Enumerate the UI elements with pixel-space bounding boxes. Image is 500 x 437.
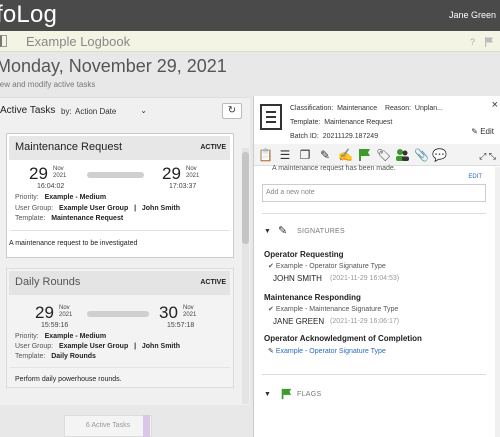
divider (10, 230, 230, 231)
end-time: 15:57:18 (167, 322, 195, 329)
sort-value: Action Date (75, 107, 117, 116)
user-menu[interactable]: Jane Green (449, 10, 496, 20)
divider (262, 213, 486, 214)
refresh-icon: ↻ (227, 105, 237, 116)
end-year: 2021 (186, 173, 200, 179)
task-name: Maintenance Request (15, 141, 123, 153)
task-detail-panel: × Classification: Maintenance Reason: Un… (253, 96, 500, 437)
task-description: A maintenance request to be investigated (9, 240, 138, 247)
new-note-input[interactable]: Add a new note (262, 184, 486, 202)
tag-icon[interactable]: 🏷 (376, 148, 391, 162)
start-year: 2021 (59, 312, 73, 318)
collapse-caret-icon[interactable]: ▼ (264, 228, 271, 235)
progress-bar (87, 311, 149, 317)
start-day: 29 (35, 303, 54, 322)
divider (262, 374, 486, 375)
classification-info: Classification: Maintenance Reason: Unpl… (290, 105, 443, 112)
signature-title: Operator Acknowledgment of Completion (264, 334, 422, 343)
edit-note-link[interactable]: EDIT (468, 174, 482, 180)
app-brand[interactable]: foLog (0, 1, 57, 29)
page-date: Monday, November 29, 2021 (0, 56, 227, 76)
end-day: 30 (159, 303, 178, 322)
signature-title: Maintenance Responding (264, 293, 361, 302)
flags-header[interactable]: FLAGS (297, 391, 321, 398)
panel-title: Active Tasks (0, 105, 56, 116)
flag-icon (281, 388, 292, 400)
signature-type: ✔ Example - Operator Signature Type (268, 263, 386, 270)
help-icon[interactable]: ? (470, 37, 475, 47)
copy-icon[interactable]: ❐ (298, 148, 312, 162)
signature-name: JOHN SMITH (273, 274, 322, 283)
task-message: A maintenance request has been made. (272, 165, 396, 172)
refresh-button[interactable]: ↻ (222, 103, 242, 119)
signature-icon[interactable]: ✍ (338, 148, 353, 162)
task-description: Perform daily powerhouse rounds. (15, 376, 122, 383)
start-day: 29 (29, 164, 48, 183)
task-template: Template: Maintenance Request (15, 215, 124, 222)
side-tab[interactable] (143, 415, 150, 437)
status-badge: ACTIVE (200, 279, 226, 286)
template-info: Template: Maintenance Request (290, 119, 393, 126)
task-card[interactable]: Daily Rounds ACTIVE 29 Nov 2021 15:59:16… (6, 268, 234, 388)
start-month: Nov (53, 166, 64, 172)
progress-bar (87, 172, 144, 178)
logbook-bar: Example Logbook ? (0, 31, 500, 52)
flag-icon[interactable] (484, 37, 494, 47)
signature-time: (2021-11-29 16:06:17) (330, 318, 400, 325)
signature-name: JANE GREEN (273, 317, 325, 326)
task-name: Daily Rounds (15, 276, 81, 288)
sort-label: by: (61, 107, 72, 116)
active-tasks-count: 6 Active Tasks (64, 415, 152, 437)
collapse-caret-icon[interactable]: ▼ (264, 391, 271, 398)
logbook-icon (0, 35, 7, 47)
task-card-header: Maintenance Request ACTIVE (9, 136, 230, 160)
batch-info: Batch ID: 20211129.187249 (290, 133, 379, 140)
detail-toolbar: 📋 ☰ ❐ ✎ ✍ 🏷 📎 💬 (254, 144, 500, 166)
start-year: 2021 (53, 173, 67, 179)
end-year: 2021 (183, 312, 197, 318)
task-card[interactable]: Maintenance Request ACTIVE 29 Nov 2021 1… (6, 133, 234, 258)
divider (10, 367, 230, 368)
clipboard-icon[interactable]: 📋 (258, 148, 273, 162)
task-card-header: Daily Rounds ACTIVE (9, 271, 230, 295)
signatures-header[interactable]: SIGNATURES (297, 228, 345, 235)
edit-button[interactable]: ✎ Edit (471, 127, 494, 136)
logbook-title[interactable]: Example Logbook (26, 34, 130, 49)
active-tasks-panel: Active Tasks by: Action Date ⌄ ↻ Mainten… (0, 97, 250, 405)
edit-icon: ✎ (471, 127, 478, 136)
start-time: 16:04:02 (37, 183, 65, 190)
edit-note-icon[interactable]: ✎ (318, 148, 332, 162)
scrollbar-thumb[interactable] (242, 152, 249, 244)
close-icon[interactable]: × (492, 99, 498, 111)
attachment-icon[interactable]: 📎 (414, 148, 429, 162)
status-badge: ACTIVE (200, 144, 226, 151)
checklist-icon[interactable]: ☰ (278, 148, 292, 162)
task-priority: Priority: Example - Medium (15, 333, 107, 340)
sort-select[interactable]: Action Date ⌄ (75, 106, 147, 116)
users-icon[interactable] (395, 148, 409, 162)
end-day: 29 (162, 164, 181, 183)
start-time: 15:59:16 (41, 322, 69, 329)
sign-link[interactable]: ✎ Example - Operator Signature Type (268, 347, 386, 355)
task-template: Template: Daily Rounds (15, 353, 96, 360)
start-month: Nov (59, 305, 70, 311)
top-header: foLog Jane Green (0, 0, 500, 31)
task-priority: Priority: Example - Medium (15, 194, 107, 201)
task-usergroup: User Group: Example User Group | John Sm… (15, 205, 180, 212)
scrollbar-track[interactable] (495, 167, 500, 437)
signature-title: Operator Requesting (264, 250, 344, 259)
end-month: Nov (183, 305, 194, 311)
end-time: 17:03:37 (169, 183, 197, 190)
end-month: Nov (186, 166, 197, 172)
comment-icon[interactable]: 💬 (432, 148, 447, 162)
task-usergroup: User Group: Example User Group | John Sm… (15, 343, 180, 350)
page-subtitle: iew and modify active tasks (0, 80, 96, 89)
signature-section-icon: ✎ (278, 225, 288, 237)
expand-icon[interactable]: ⤢ ⤡ (479, 151, 496, 162)
document-icon (260, 104, 282, 130)
chevron-down-icon: ⌄ (140, 106, 147, 115)
signature-time: (2021-11-29 16:04:53) (330, 275, 400, 282)
signature-type: ✔ Example - Maintenance Signature Type (268, 306, 399, 313)
flag-icon[interactable] (357, 148, 371, 162)
